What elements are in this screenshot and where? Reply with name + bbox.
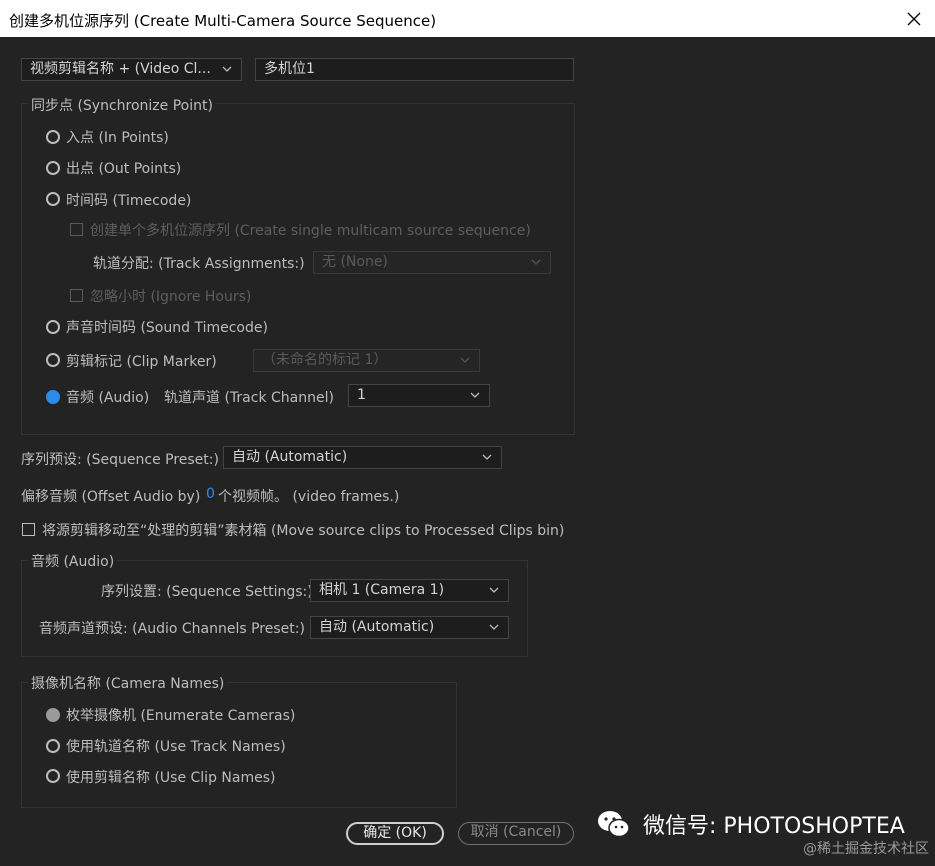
move-source-checkbox[interactable] [22, 523, 35, 536]
track-assignments-value: 无 (None) [322, 254, 388, 270]
chevron-down-icon [222, 66, 232, 72]
audio-channels-preset-value: 自动 (Automatic) [319, 619, 435, 635]
chevron-down-icon [470, 392, 480, 398]
chevron-down-icon [531, 259, 541, 265]
use-track-names-radio[interactable] [46, 739, 60, 753]
clip-marker-value: （未命名的标记 1） [262, 352, 388, 368]
window-title: 创建多机位源序列 (Create Multi-Camera Source Seq… [9, 12, 437, 30]
watermark-main-text: 微信号: PHOTOSHOPTEA [643, 814, 905, 839]
sequence-preset-label: 序列预设: (Sequence Preset:) [21, 452, 219, 468]
watermark: 微信号: PHOTOSHOPTEA [596, 808, 905, 840]
clip-name-dropdown[interactable]: 视频剪辑名称 + (Video Cl... [21, 58, 242, 81]
synchronize-point-label: 同步点 (Synchronize Point) [28, 95, 216, 115]
camera-names-label: 摄像机名称 (Camera Names) [28, 673, 228, 693]
create-single-label: 创建单个多机位源序列 (Create single multicam sourc… [90, 223, 531, 239]
chevron-down-icon [482, 454, 492, 460]
timecode-label: 时间码 (Timecode) [66, 193, 192, 209]
audio-group-label: 音频 (Audio) [28, 551, 118, 571]
use-clip-names-radio[interactable] [46, 769, 60, 783]
clip-name-dropdown-value: 视频剪辑名称 + (Video Cl... [30, 61, 211, 77]
sequence-preset-dropdown[interactable]: 自动 (Automatic) [223, 446, 502, 469]
sequence-name-value: 多机位1 [264, 61, 315, 77]
offset-audio-suffix: 个视频帧。 (video frames.) [218, 489, 400, 505]
audio-sync-label: 音频 (Audio) [66, 390, 150, 406]
audio-group [21, 560, 528, 657]
chevron-down-icon [489, 624, 499, 630]
sequence-preset-value: 自动 (Automatic) [232, 449, 348, 465]
chevron-down-icon [460, 357, 470, 363]
wechat-icon [598, 811, 630, 838]
sound-timecode-radio[interactable] [46, 320, 60, 334]
sequence-settings-label: 序列设置: (Sequence Settings:) [101, 584, 313, 600]
clip-marker-radio[interactable] [46, 353, 60, 367]
chevron-down-icon [489, 587, 499, 593]
clip-marker-label: 剪辑标记 (Clip Marker) [66, 354, 217, 370]
move-source-label: 将源剪辑移动至“处理的剪辑”素材箱 (Move source clips to … [42, 523, 565, 539]
ok-button[interactable]: 确定 (OK) [346, 822, 444, 845]
audio-channels-preset-dropdown[interactable]: 自动 (Automatic) [310, 616, 509, 639]
offset-audio-label: 偏移音频 (Offset Audio by) [21, 489, 201, 505]
track-assignments-dropdown[interactable]: 无 (None) [313, 251, 551, 274]
sequence-settings-value: 相机 1 (Camera 1) [319, 582, 445, 598]
clip-marker-dropdown[interactable]: （未命名的标记 1） [253, 349, 480, 372]
ignore-hours-label: 忽略小时 (Ignore Hours) [90, 289, 252, 305]
enumerate-cameras-label: 枚举摄像机 (Enumerate Cameras) [66, 708, 296, 724]
close-button[interactable] [901, 6, 927, 32]
out-points-radio[interactable] [46, 161, 60, 175]
create-single-checkbox[interactable] [70, 223, 83, 236]
timecode-radio[interactable] [46, 192, 60, 206]
enumerate-cameras-radio[interactable] [46, 708, 60, 722]
title-bar: 创建多机位源序列 (Create Multi-Camera Source Seq… [0, 0, 935, 37]
cancel-button[interactable]: 取消 (Cancel) [458, 822, 574, 845]
sequence-settings-dropdown[interactable]: 相机 1 (Camera 1) [310, 579, 509, 602]
ignore-hours-checkbox[interactable] [70, 289, 83, 302]
sequence-name-field[interactable]: 多机位1 [255, 58, 574, 81]
track-assignments-label: 轨道分配: (Track Assignments:) [93, 256, 305, 272]
track-channel-value: 1 [357, 387, 366, 403]
audio-radio[interactable] [46, 390, 60, 404]
use-track-names-label: 使用轨道名称 (Use Track Names) [66, 739, 286, 755]
sound-timecode-label: 声音时间码 (Sound Timecode) [66, 320, 268, 336]
close-icon [907, 12, 921, 26]
in-points-radio[interactable] [46, 130, 60, 144]
out-points-label: 出点 (Out Points) [66, 161, 182, 177]
track-channel-dropdown[interactable]: 1 [348, 384, 490, 407]
audio-channels-preset-label: 音频声道预设: (Audio Channels Preset:) [39, 621, 305, 637]
watermark-sub-text: @稀土掘金技术社区 [803, 841, 929, 857]
offset-audio-value[interactable]: 0 [206, 486, 215, 502]
track-channel-label: 轨道声道 (Track Channel) [164, 390, 334, 406]
use-clip-names-label: 使用剪辑名称 (Use Clip Names) [66, 770, 276, 786]
in-points-label: 入点 (In Points) [66, 130, 169, 146]
